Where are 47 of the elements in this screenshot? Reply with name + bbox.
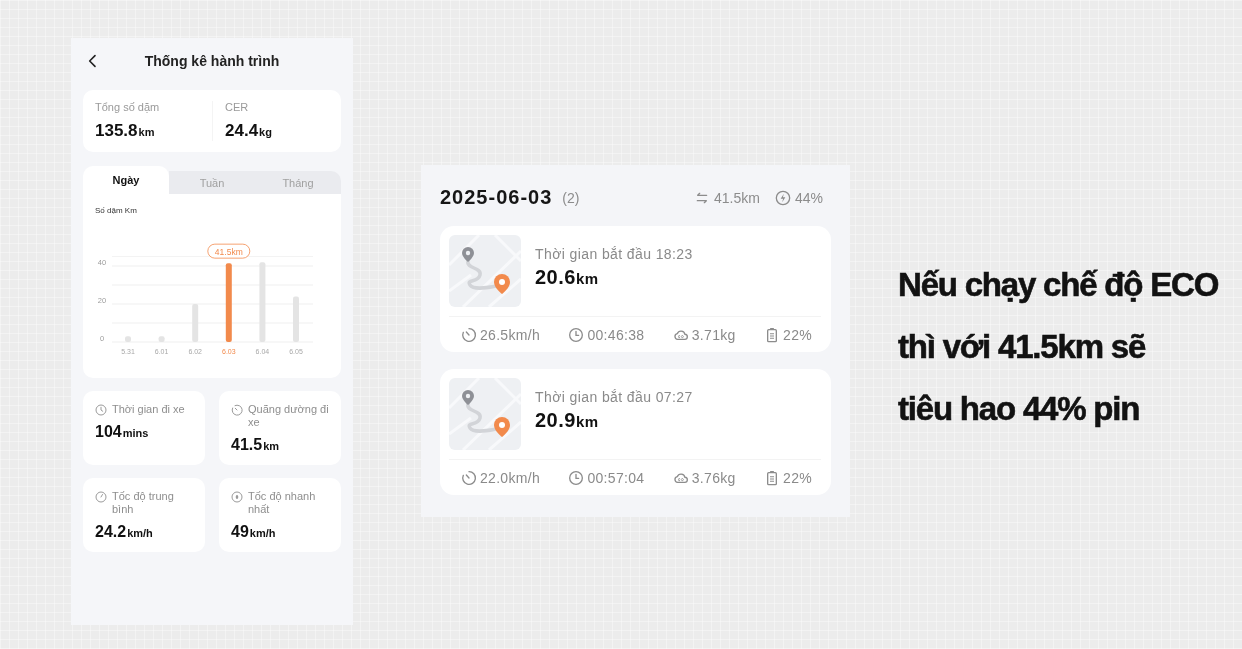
- trip-duration: 00:46:38: [587, 326, 645, 343]
- trip-speed: 22.0km/h: [480, 469, 540, 486]
- timer-icon: [231, 404, 243, 416]
- trip-card[interactable]: Thời gian bắt đầu 18:23 20.6km 26.5km/h 00:46:38 3.71kg 22%: [440, 226, 831, 352]
- route-map-thumbnail: [449, 378, 521, 450]
- trip-co2: 3.71kg: [691, 326, 736, 343]
- headline-text: Nếu chạy chế độ ECO thì với 41.5km sẽ tiêu hao 44% pin: [898, 265, 1219, 429]
- trip-speed: 26.5km/h: [480, 326, 540, 343]
- metric-label: Tốc độ nhanh nhất: [248, 490, 317, 516]
- route-map-thumbnail: [449, 235, 521, 307]
- screen-title: Thống kê hành trình: [143, 53, 281, 69]
- metric-label: Thời gian đi xe: [112, 403, 185, 416]
- total-distance: 41.5km: [714, 189, 760, 206]
- period-tab[interactable]: Ngày: [83, 166, 169, 194]
- trip-start-time: Thời gian bắt đầu 18:23: [535, 245, 693, 262]
- metric-value: 104mins: [95, 423, 150, 441]
- value-callout: 41.5km: [207, 243, 251, 259]
- dot-circle-icon: [231, 491, 243, 503]
- trip-count: (2): [562, 189, 580, 206]
- metric-label: Tốc độ trung bình: [112, 490, 175, 516]
- summary-value: 135.8km: [95, 121, 156, 141]
- gauge-icon: [95, 491, 107, 503]
- bolt-icon: [774, 189, 791, 206]
- clock-icon: [568, 469, 585, 486]
- annotation: 41.5km: [214, 246, 243, 257]
- trip-start-time: Thời gian bắt đầu 07:27: [535, 388, 693, 405]
- trip-distance: 20.9km: [535, 408, 600, 432]
- gauge-icon: [461, 469, 477, 486]
- metric-value: 41.5km: [231, 436, 281, 454]
- summary-label: CER: [225, 101, 250, 113]
- metric-value: 24.2km/h: [95, 523, 154, 541]
- trip-duration: 00:57:04: [587, 469, 645, 486]
- trip-distance: 20.6km: [535, 265, 600, 289]
- metric-value: 49km/h: [231, 523, 277, 541]
- trip-battery: 22%: [783, 326, 812, 343]
- clock-icon: [568, 326, 585, 343]
- metric-label: Quãng dường đi xe: [248, 403, 329, 429]
- trip-card[interactable]: Thời gian bắt đầu 07:27 20.9km 22.0km/h 00:57:04 3.76kg 22%: [440, 369, 831, 495]
- summary-value: 24.4kg: [225, 121, 273, 141]
- trip-co2: 3.76kg: [691, 469, 736, 486]
- trip-battery: 22%: [783, 469, 812, 486]
- total-battery: 44%: [794, 189, 823, 206]
- trip-date: 2025-06-03: [440, 186, 553, 209]
- gauge-icon: [461, 326, 477, 343]
- clock-icon: [95, 404, 107, 416]
- summary-label: Tổng số dặm: [95, 101, 161, 113]
- axis-title: Số dặm Km: [95, 206, 137, 215]
